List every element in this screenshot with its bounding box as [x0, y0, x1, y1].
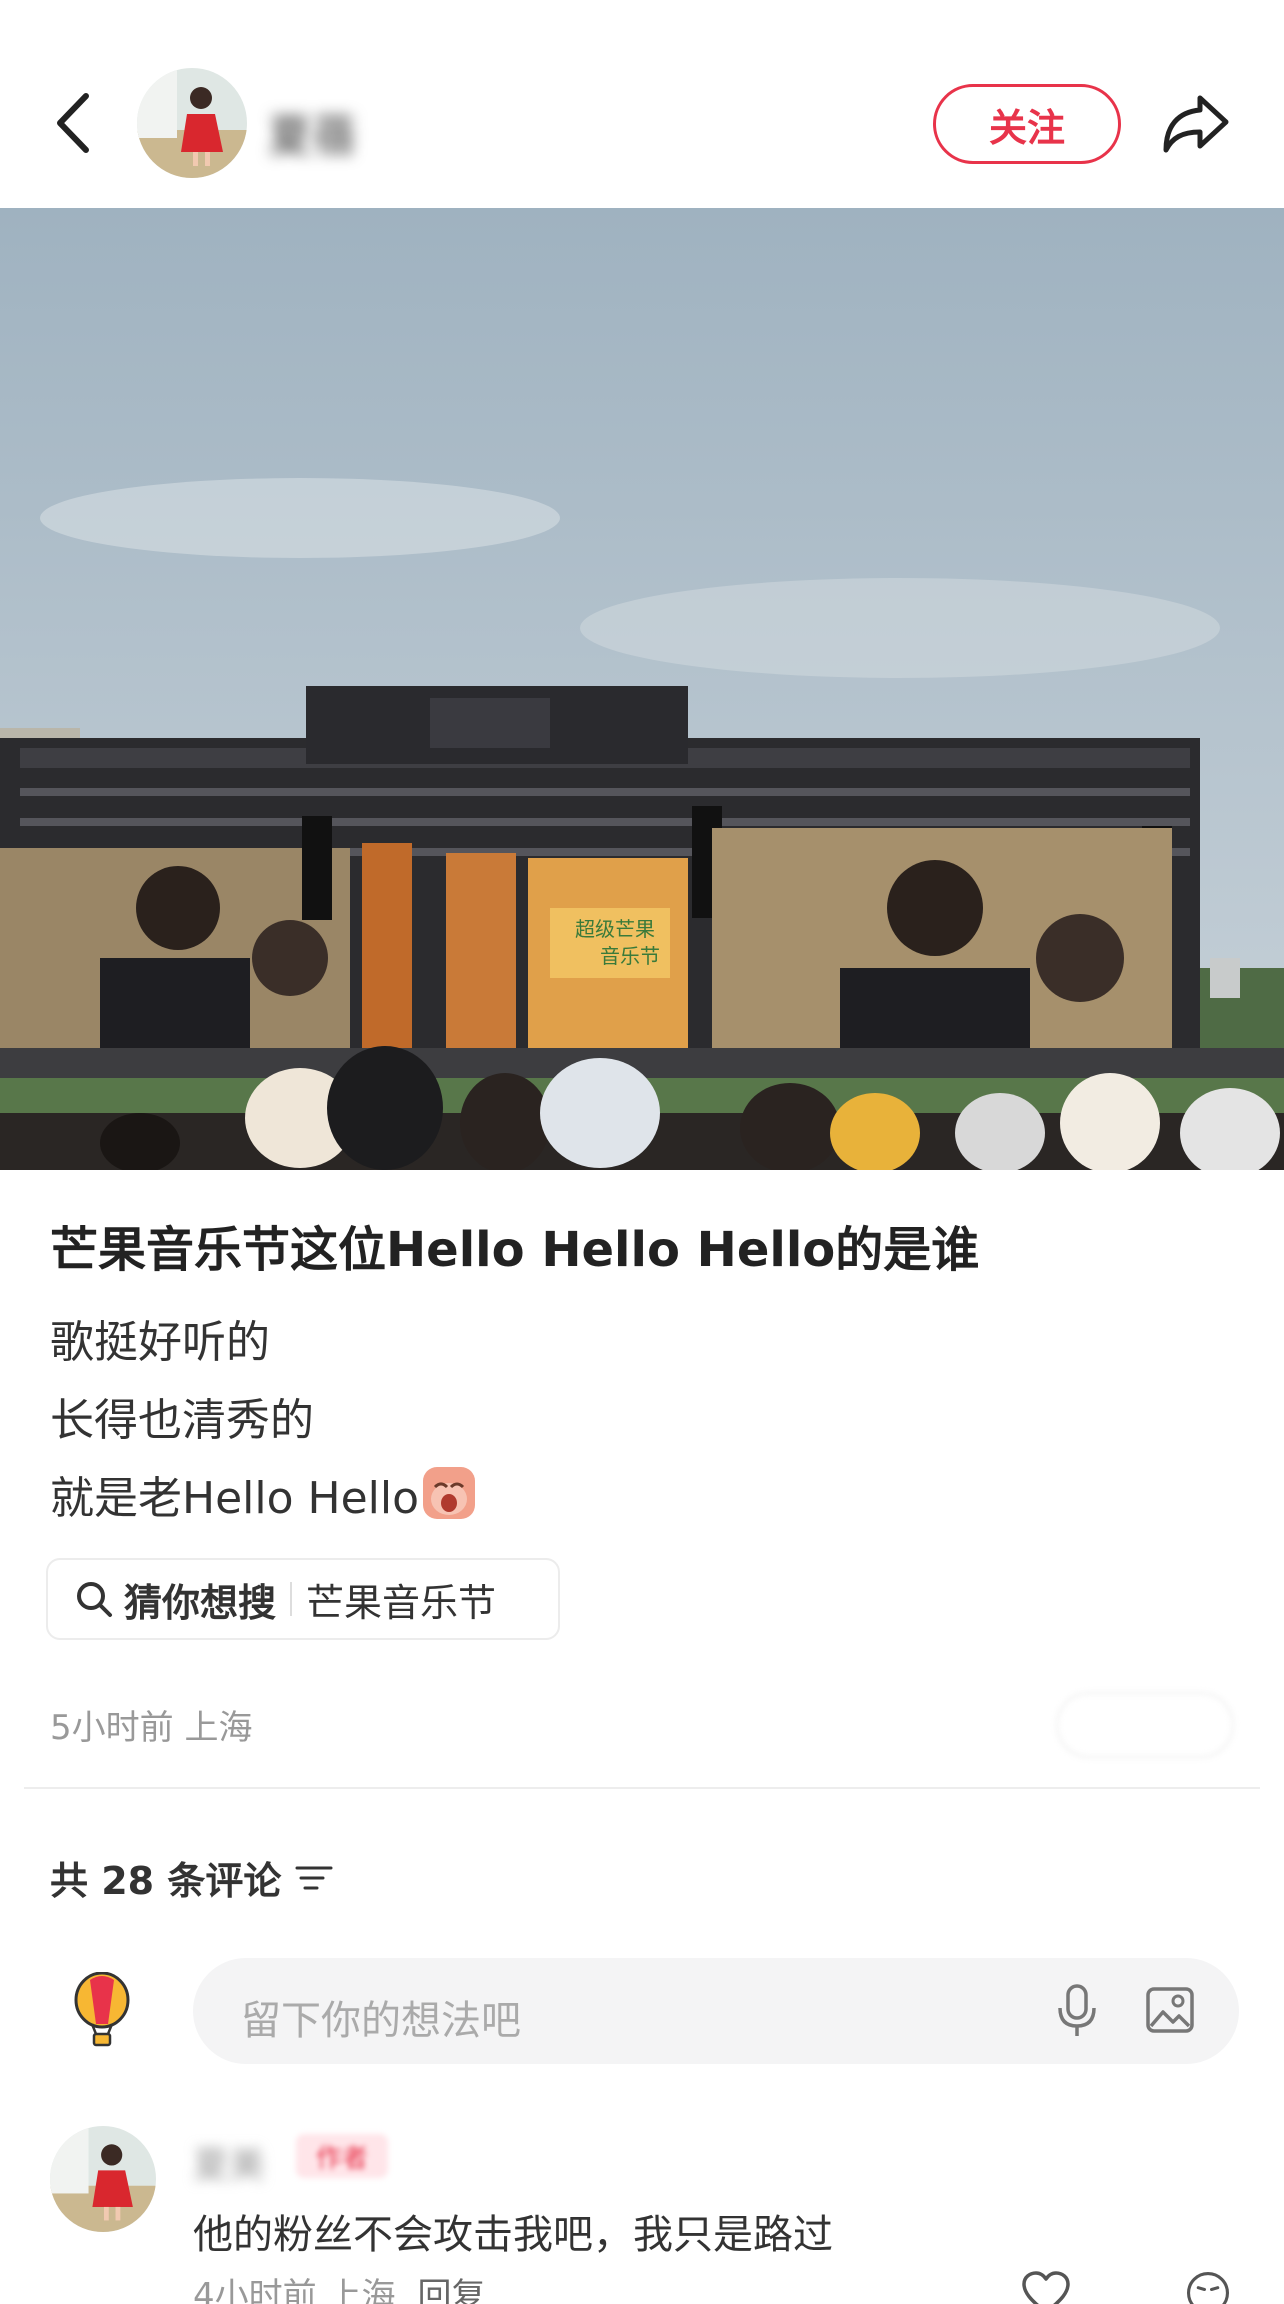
follow-button[interactable]: 关注: [933, 84, 1121, 164]
stage-screen-text-2: 音乐节: [600, 944, 660, 968]
image-icon[interactable]: [1145, 1986, 1195, 2034]
back-arrow-icon: [57, 93, 89, 153]
tag-divider: [290, 1582, 293, 1616]
divider: [24, 1787, 1260, 1789]
emoji-sticker-icon: [423, 1467, 476, 1519]
post-line-1: 歌挺好听的: [50, 1317, 270, 1368]
back-button[interactable]: [48, 88, 98, 158]
mic-icon[interactable]: [1053, 1982, 1101, 2040]
balloon-icon[interactable]: [72, 1972, 132, 2048]
post-title: 芒果音乐节这位Hello Hello Hello的是谁: [50, 1222, 980, 1278]
post-meta: 5小时前 上海: [50, 1708, 253, 1748]
comment-time-location: 4小时前 上海: [193, 2276, 396, 2304]
post-line-3: 就是老Hello Hello: [50, 1462, 477, 1526]
share-button[interactable]: [1160, 88, 1232, 158]
comment-input[interactable]: 留下你的想法吧: [193, 1958, 1239, 2064]
author-avatar[interactable]: [137, 68, 247, 178]
search-suggestion-keyword: 芒果音乐节: [306, 1580, 497, 1625]
share-icon: [1163, 95, 1229, 153]
search-suggestion-tag[interactable]: 猜你想搜 芒果音乐节: [46, 1558, 560, 1640]
author-name[interactable]: 夏蓓: [268, 100, 356, 164]
top-bar: 夏蓓 关注: [0, 0, 1284, 208]
search-icon: [77, 1582, 112, 1617]
comments-count: 共 28 条评论: [50, 1859, 282, 1903]
search-suggestion-prefix: 猜你想搜: [124, 1580, 277, 1625]
heart-icon[interactable]: [1020, 2270, 1072, 2304]
stage-screen-text-1: 超级芒果: [575, 917, 655, 941]
commenter-name[interactable]: 夏美: [193, 2136, 265, 2188]
comment-input-placeholder: 留下你的想法吧: [241, 1998, 521, 2044]
comment-meta: 4小时前 上海 回复: [193, 2268, 485, 2304]
comments-header[interactable]: 共 28 条评论: [50, 1850, 333, 1905]
post-line-3-text: 就是老Hello Hello: [50, 1473, 420, 1524]
reply-button[interactable]: 回复: [417, 2276, 485, 2304]
post-line-2: 长得也清秀的: [50, 1395, 314, 1446]
commenter-avatar[interactable]: [50, 2126, 156, 2232]
post-photo[interactable]: 超级芒果 音乐节: [0, 208, 1284, 1170]
filter-icon[interactable]: [295, 1863, 333, 1893]
dislike-icon[interactable]: [1182, 2270, 1234, 2304]
author-badge: 作者: [296, 2134, 388, 2178]
blurred-action-pill[interactable]: [1056, 1692, 1234, 1758]
comment-text[interactable]: 他的粉丝不会攻击我吧，我只是路过: [193, 2202, 833, 2260]
